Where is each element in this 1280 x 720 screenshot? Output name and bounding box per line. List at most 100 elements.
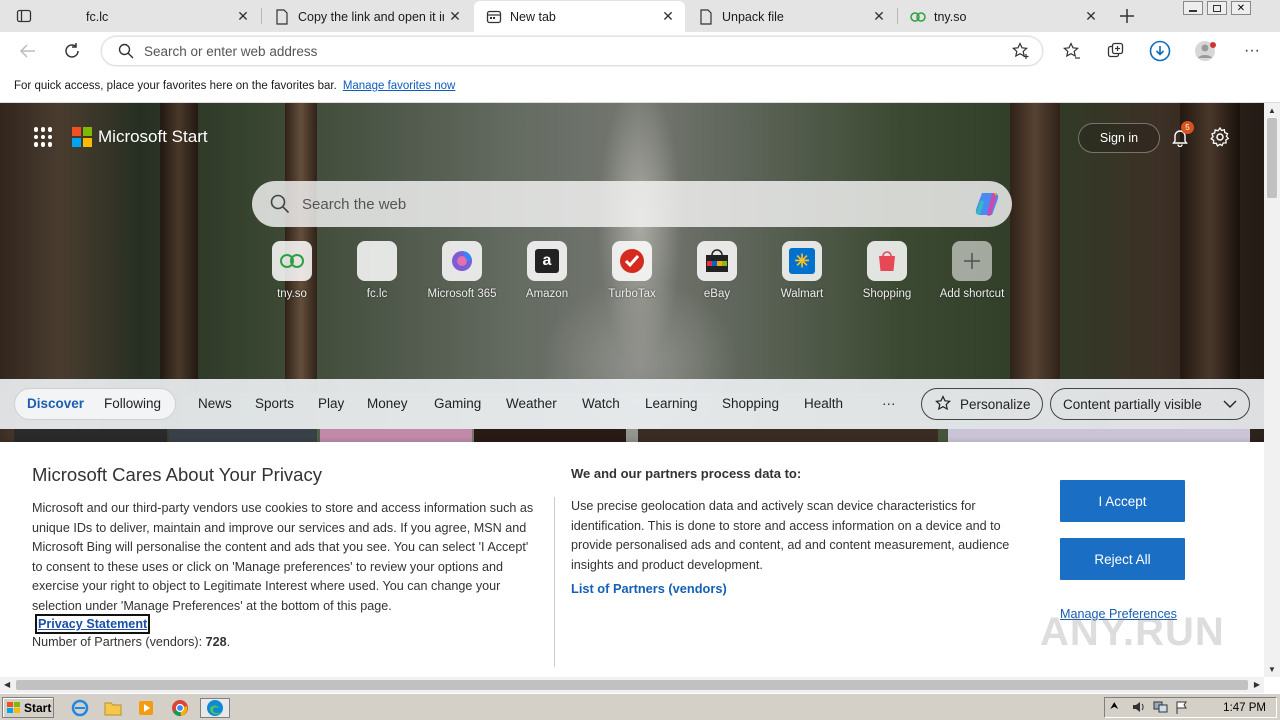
search-icon bbox=[118, 43, 134, 59]
close-icon[interactable]: ✕ bbox=[232, 8, 254, 25]
partners-count: 728 bbox=[205, 635, 227, 649]
vendors-list-link[interactable]: List of Partners (vendors) bbox=[571, 581, 727, 596]
tab-copy-link[interactable]: Copy the link and open it in ✕ bbox=[262, 1, 472, 32]
tab-discover[interactable]: Discover bbox=[27, 396, 84, 411]
tab-following[interactable]: Following bbox=[104, 396, 161, 411]
shortcut-label: Shopping bbox=[862, 288, 912, 300]
m365-icon bbox=[442, 241, 482, 281]
favorites-icon[interactable] bbox=[1058, 38, 1086, 64]
sign-in-button[interactable]: Sign in bbox=[1078, 123, 1160, 153]
nav-learning[interactable]: Learning bbox=[645, 396, 698, 411]
tab-actions-icon[interactable] bbox=[10, 3, 38, 29]
close-icon[interactable]: ✕ bbox=[444, 8, 466, 25]
tab-tnyso[interactable]: tny.so ✕ bbox=[898, 1, 1108, 32]
microsoft-start-logo[interactable]: Microsoft Start bbox=[72, 127, 208, 147]
vertical-scroll-thumb[interactable] bbox=[1267, 118, 1277, 198]
nav-watch[interactable]: Watch bbox=[582, 396, 620, 411]
folder-icon[interactable] bbox=[103, 698, 123, 718]
scroll-up-arrow-icon[interactable]: ▲ bbox=[1268, 106, 1276, 115]
tab-label: Copy the link and open it in bbox=[298, 9, 444, 24]
edge-icon[interactable] bbox=[200, 698, 230, 718]
close-icon[interactable]: ✕ bbox=[1080, 8, 1102, 25]
shortcut-fclc[interactable]: fc.lc bbox=[335, 241, 419, 300]
downloads-icon[interactable] bbox=[1146, 38, 1174, 64]
tray-expand-icon[interactable]: ⮝ bbox=[1110, 701, 1119, 712]
page-icon bbox=[274, 8, 290, 25]
shortcut-label: Amazon bbox=[525, 288, 569, 300]
tab-fclc[interactable]: fc.lc ✕ bbox=[50, 1, 260, 32]
system-tray: ⮝ 1:47 PM bbox=[1104, 697, 1277, 718]
horizontal-scroll-thumb[interactable] bbox=[16, 680, 1248, 690]
nav-shopping[interactable]: Shopping bbox=[722, 396, 779, 411]
start-button[interactable]: Start bbox=[2, 697, 54, 718]
scroll-left-arrow-icon[interactable]: ◀ bbox=[4, 680, 10, 689]
blank-page-icon bbox=[62, 9, 78, 25]
reject-all-button[interactable]: Reject All bbox=[1060, 538, 1185, 580]
shortcut-tnyso[interactable]: tny.so bbox=[250, 241, 334, 300]
nav-play[interactable]: Play bbox=[318, 396, 344, 411]
address-bar[interactable]: Search or enter web address bbox=[101, 36, 1043, 66]
ebay-icon bbox=[697, 241, 737, 281]
chrome-icon[interactable] bbox=[170, 698, 190, 718]
apps-grid-icon[interactable] bbox=[34, 127, 54, 147]
close-window-button[interactable]: ✕ bbox=[1231, 1, 1251, 15]
newtab-icon bbox=[486, 9, 502, 25]
plus-icon bbox=[952, 241, 992, 281]
browser-toolbar: Search or enter web address ··· bbox=[0, 32, 1280, 70]
back-button[interactable] bbox=[14, 38, 42, 64]
web-search-box[interactable]: Search the web bbox=[252, 181, 1012, 227]
tab-new-tab[interactable]: New tab ✕ bbox=[474, 1, 685, 32]
scroll-down-arrow-icon[interactable]: ▼ bbox=[1268, 665, 1276, 674]
windows-logo-icon bbox=[7, 701, 21, 714]
media-player-icon[interactable] bbox=[136, 698, 156, 718]
scroll-right-arrow-icon[interactable]: ▶ bbox=[1254, 680, 1260, 689]
ie-icon[interactable] bbox=[70, 698, 90, 718]
manage-favorites-link[interactable]: Manage favorites now bbox=[343, 80, 456, 92]
nav-news[interactable]: News bbox=[198, 396, 232, 411]
minimize-button[interactable] bbox=[1183, 1, 1203, 15]
nav-more[interactable]: ··· bbox=[882, 396, 896, 411]
gear-icon[interactable] bbox=[1209, 126, 1231, 153]
new-tab-button[interactable] bbox=[1113, 3, 1141, 29]
network-icon[interactable] bbox=[1153, 701, 1169, 714]
data-processing-title: We and our partners process data to: bbox=[571, 466, 802, 481]
shortcut-amazon[interactable]: a Amazon bbox=[505, 241, 589, 300]
close-icon[interactable]: ✕ bbox=[868, 8, 890, 25]
shortcut-microsoft-365[interactable]: Microsoft 365 bbox=[420, 241, 504, 300]
address-placeholder: Search or enter web address bbox=[144, 43, 318, 59]
tab-unpack-file[interactable]: Unpack file ✕ bbox=[686, 1, 896, 32]
clock: 1:47 PM bbox=[1223, 702, 1266, 714]
restore-button[interactable] bbox=[1207, 1, 1227, 15]
search-icon bbox=[270, 194, 290, 214]
content-visibility-dropdown[interactable]: Content partially visible bbox=[1050, 388, 1250, 420]
flag-icon[interactable] bbox=[1175, 701, 1189, 715]
partners-count-line: Number of Partners (vendors): 728. bbox=[32, 635, 230, 649]
copilot-icon[interactable] bbox=[972, 190, 1004, 218]
settings-more-icon[interactable]: ··· bbox=[1238, 38, 1266, 64]
brand-text: Microsoft Start bbox=[98, 127, 208, 146]
accept-button[interactable]: I Accept bbox=[1060, 480, 1185, 522]
profile-avatar[interactable] bbox=[1192, 38, 1220, 64]
privacy-statement-link[interactable]: Privacy Statement bbox=[35, 614, 151, 634]
shortcut-shopping[interactable]: Shopping bbox=[845, 241, 929, 300]
nav-money[interactable]: Money bbox=[367, 396, 408, 411]
close-icon[interactable]: ✕ bbox=[657, 8, 679, 25]
shortcut-walmart[interactable]: ✳ Walmart bbox=[760, 241, 844, 300]
add-favorite-icon[interactable] bbox=[1012, 42, 1030, 60]
nav-sports[interactable]: Sports bbox=[255, 396, 294, 411]
shortcut-turbotax[interactable]: TurboTax bbox=[590, 241, 674, 300]
shortcut-label: fc.lc bbox=[366, 288, 388, 300]
privacy-consent-banner: Microsoft Cares About Your Privacy Micro… bbox=[0, 442, 1264, 677]
blank-icon bbox=[357, 241, 397, 281]
volume-icon[interactable] bbox=[1132, 701, 1146, 713]
nav-health[interactable]: Health bbox=[804, 396, 843, 411]
content-visibility-label: Content partially visible bbox=[1063, 396, 1202, 412]
shortcut-add[interactable]: Add shortcut bbox=[930, 241, 1014, 300]
personalize-button[interactable]: Personalize bbox=[921, 388, 1043, 420]
collections-icon[interactable] bbox=[1102, 38, 1130, 64]
refresh-button[interactable] bbox=[58, 38, 86, 64]
shortcut-ebay[interactable]: eBay bbox=[675, 241, 759, 300]
nav-weather[interactable]: Weather bbox=[506, 396, 557, 411]
notification-badge: 5 bbox=[1181, 121, 1194, 134]
nav-gaming[interactable]: Gaming bbox=[434, 396, 481, 411]
